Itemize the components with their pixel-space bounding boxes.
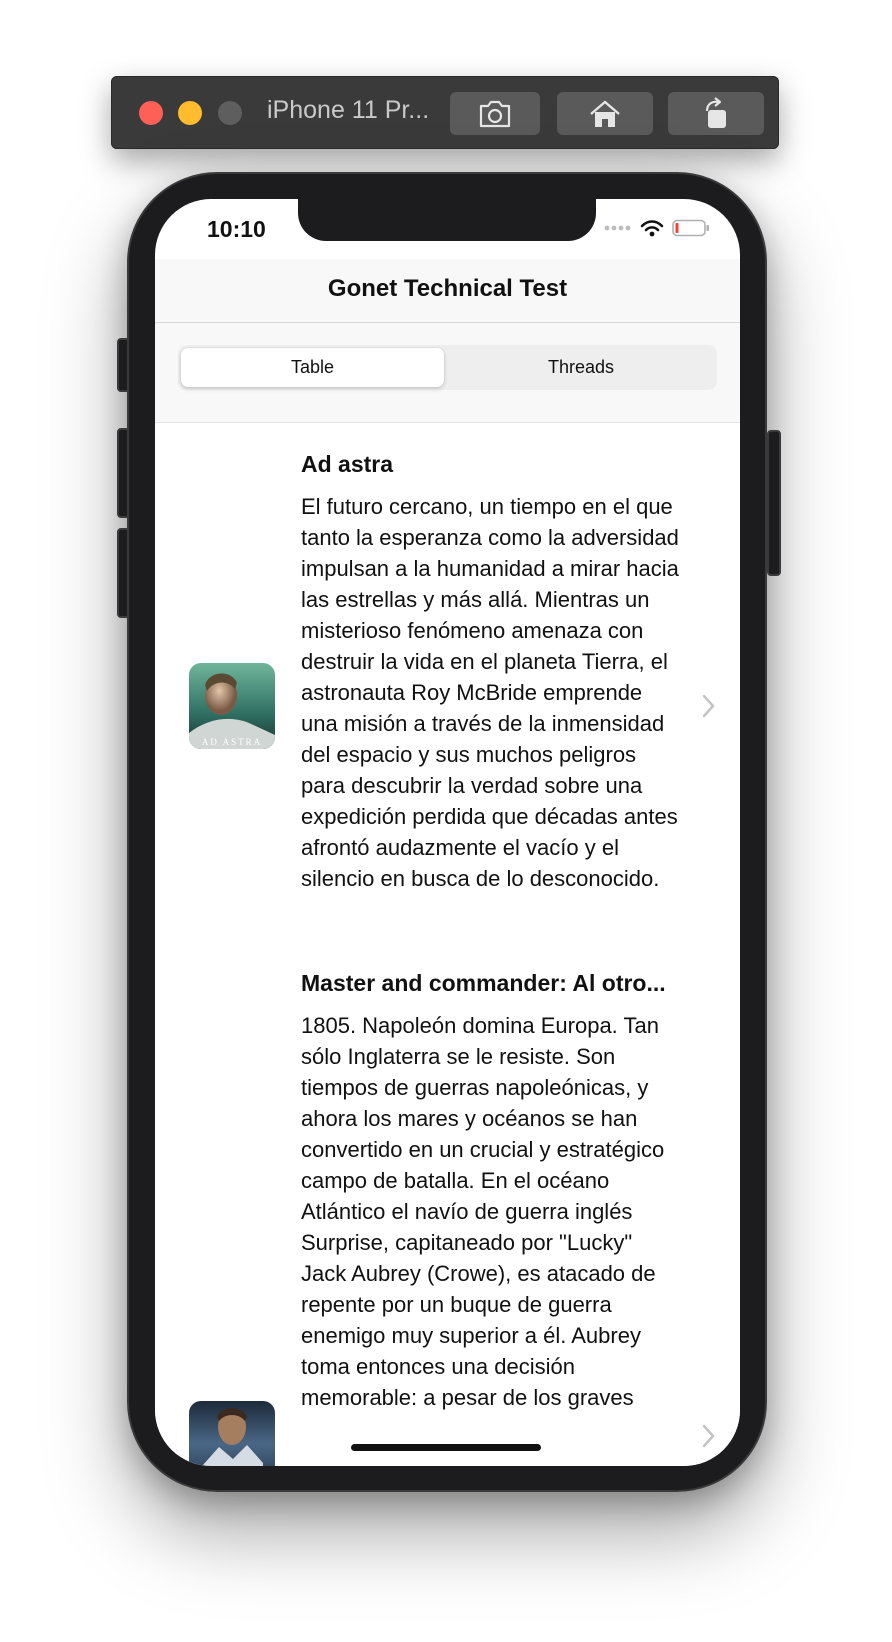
phone-screen: Gonet Technical Test Table Threads AD AS…	[155, 199, 740, 1466]
status-time: 10:10	[207, 216, 266, 242]
row-text: Ad astra El futuro cercano, un tiempo en…	[301, 449, 679, 894]
movies-table: AD ASTRA Ad astra El futuro cercano, un …	[155, 423, 740, 1466]
movie-poster	[189, 1401, 275, 1466]
movie-title: Master and commander: Al otro...	[301, 970, 666, 996]
movie-overview: El futuro cercano, un tiempo en el que t…	[301, 494, 679, 891]
home-icon	[590, 100, 620, 127]
nav-title: Gonet Technical Test	[327, 275, 568, 302]
movie-poster: AD ASTRA	[189, 663, 275, 749]
battery-icon	[672, 219, 709, 237]
simulator-toolbar: iPhone 11 Pr...	[111, 76, 779, 149]
minimize-window-button[interactable]	[178, 101, 202, 125]
wifi-icon	[640, 220, 664, 237]
chevron-right-icon	[702, 1424, 715, 1448]
notch	[298, 199, 596, 241]
movie-poster-label: AD ASTRA	[202, 737, 262, 747]
close-window-button[interactable]	[139, 101, 163, 125]
device-name: iPhone 11 Pr...	[267, 96, 430, 124]
chevron-right-icon	[702, 694, 715, 718]
movie-overview: 1805. Napoleón domina Europa. Tan sólo I…	[301, 1013, 665, 1410]
status-icons	[604, 219, 710, 237]
movie-title: Ad astra	[301, 451, 394, 477]
rotate-button[interactable]	[668, 92, 764, 135]
segment-table[interactable]: Table	[181, 348, 444, 387]
zoom-window-button[interactable]	[218, 101, 242, 125]
segment-threads[interactable]: Threads	[448, 348, 714, 387]
cellular-dots-icon	[604, 225, 631, 231]
nav-divider	[155, 322, 740, 323]
table-row[interactable]: AD ASTRA Ad astra El futuro cercano, un …	[155, 423, 740, 943]
screenshot-button[interactable]	[450, 92, 540, 135]
power-button[interactable]	[767, 430, 781, 576]
segmented-control: Table Threads	[178, 345, 717, 390]
row-text: Master and commander: Al otro... 1805. N…	[301, 968, 679, 1413]
table-row[interactable]: Master and commander: Al otro... 1805. N…	[155, 943, 740, 1466]
rotate-icon	[705, 96, 726, 128]
home-button[interactable]	[557, 92, 653, 135]
screenshot-icon	[479, 100, 511, 127]
simulator-stage: iPhone 11 Pr... Gonet Technical Test Tab…	[0, 0, 892, 1642]
home-indicator[interactable]	[351, 1444, 541, 1451]
